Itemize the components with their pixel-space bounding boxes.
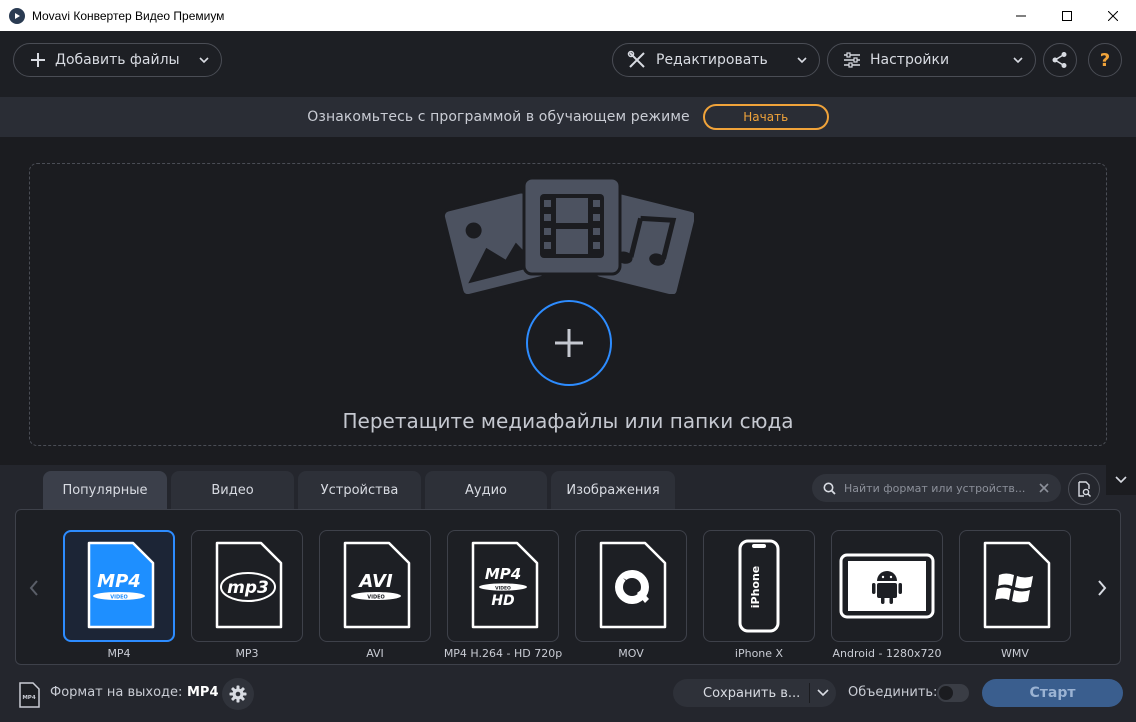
svg-text:HD: HD [491, 593, 514, 609]
merge-label: Объединить: [848, 685, 938, 700]
edit-label: Редактировать [656, 52, 768, 68]
svg-text:VIDEO: VIDEO [495, 585, 511, 591]
help-icon: ? [1099, 49, 1111, 71]
svg-text:iPhone: iPhone [749, 566, 762, 609]
start-tutorial-button[interactable]: Начать [702, 104, 829, 130]
minimize-icon [1016, 15, 1026, 16]
format-card-android[interactable] [831, 530, 943, 642]
svg-text:MP4: MP4 [22, 695, 36, 701]
media-files-icon [444, 176, 694, 294]
minimize-button[interactable] [998, 0, 1044, 31]
svg-text:MP4: MP4 [485, 565, 521, 583]
quicktime-file-icon [599, 541, 667, 629]
add-media-button[interactable] [526, 300, 612, 386]
format-panel: Популярные Видео Устройства Аудио Изобра… [0, 465, 1136, 722]
tutorial-banner: Ознакомьтесь с программой в обучающем ре… [0, 97, 1136, 137]
window-title: Movavi Конвертер Видео Премиум [32, 8, 225, 23]
sliders-icon [844, 52, 860, 68]
drop-zone[interactable]: Перетащите медиафайлы или папки сюда [29, 163, 1107, 446]
maximize-button[interactable] [1044, 0, 1090, 31]
chevron-down-icon [1115, 476, 1127, 484]
tab-video[interactable]: Видео [171, 471, 294, 509]
title-bar: Movavi Конвертер Видео Премиум [0, 0, 1136, 31]
chevron-left-icon [29, 580, 38, 596]
windows-file-icon [983, 541, 1051, 629]
svg-text:mp3: mp3 [227, 578, 269, 598]
mp4-file-icon: MP4 VIDEO [87, 541, 155, 629]
plus-icon [555, 329, 583, 357]
merge-toggle[interactable] [937, 684, 969, 702]
preset-search-button[interactable] [1068, 473, 1100, 505]
tutorial-text: Ознакомьтесь с программой в обучающем ре… [307, 109, 690, 125]
close-icon [1108, 10, 1118, 21]
chevron-right-icon [1098, 580, 1107, 596]
avi-file-icon: AVI VIDEO [343, 541, 411, 629]
add-files-label: Добавить файлы [55, 52, 180, 68]
clear-search-icon[interactable] [1039, 483, 1049, 493]
gear-icon [229, 685, 247, 703]
svg-text:VIDEO: VIDEO [367, 595, 385, 601]
save-to-label: Сохранить в... [703, 685, 801, 701]
mp4-hd-file-icon: MP4 VIDEO HD [471, 541, 539, 629]
svg-text:MP4: MP4 [97, 571, 141, 592]
tab-popular[interactable]: Популярные [43, 471, 167, 509]
add-files-button[interactable]: Добавить файлы [13, 43, 222, 77]
chevron-down-icon [797, 57, 807, 64]
help-button[interactable]: ? [1088, 43, 1122, 77]
output-format-label: Формат на выходе: [50, 685, 183, 700]
format-card-mov[interactable] [575, 530, 687, 642]
scroll-right-button[interactable] [1092, 574, 1112, 602]
tools-icon [627, 50, 645, 68]
chevron-down-icon [1013, 57, 1023, 64]
collapse-panel-button[interactable] [1106, 465, 1136, 495]
scroll-left-button[interactable] [24, 574, 44, 602]
save-to-button[interactable]: Сохранить в... [673, 679, 836, 707]
output-format-value[interactable]: MP4 [187, 685, 219, 700]
tab-images[interactable]: Изображения [551, 471, 675, 509]
mp3-file-icon: mp3 [215, 541, 283, 629]
chevron-down-icon [199, 57, 209, 64]
search-placeholder: Найти формат или устройств... [844, 481, 1026, 495]
edit-button[interactable]: Редактировать [612, 43, 820, 77]
format-card-mp4[interactable]: MP4 VIDEO [63, 530, 175, 642]
settings-label: Настройки [870, 52, 950, 68]
output-settings-button[interactable] [222, 678, 254, 710]
start-button[interactable]: Старт [982, 679, 1123, 707]
format-list: MP4 VIDEO MP4 mp3 MP3 AVI VIDEO AVI MP4 … [15, 509, 1121, 665]
chevron-down-icon[interactable] [817, 687, 829, 699]
tab-audio[interactable]: Аудио [425, 471, 547, 509]
share-icon [1052, 52, 1067, 68]
android-tablet-icon [839, 553, 935, 619]
drop-hint-text: Перетащите медиафайлы или папки сюда [342, 409, 794, 433]
format-card-mp3[interactable]: mp3 [191, 530, 303, 642]
movavi-logo-icon [9, 7, 25, 24]
output-format-icon: MP4 [19, 682, 40, 708]
tab-devices[interactable]: Устройства [298, 471, 421, 509]
format-card-mp4-hd[interactable]: MP4 VIDEO HD [447, 530, 559, 642]
svg-text:VIDEO: VIDEO [110, 595, 128, 601]
settings-button[interactable]: Настройки [827, 43, 1036, 77]
format-card-avi[interactable]: AVI VIDEO [319, 530, 431, 642]
close-button[interactable] [1090, 0, 1136, 31]
file-search-icon [1078, 481, 1091, 497]
toolbar: Добавить файлы Редактировать Настройки ? [0, 31, 1136, 97]
format-label: WMV [1001, 647, 1029, 660]
maximize-icon [1062, 10, 1072, 21]
search-icon [823, 482, 836, 495]
plus-icon [31, 53, 45, 67]
svg-text:AVI: AVI [357, 571, 393, 592]
share-button[interactable] [1043, 43, 1077, 77]
format-search-field[interactable]: Найти формат или устройств... [812, 474, 1061, 502]
format-card-wmv[interactable] [959, 530, 1071, 642]
iphone-icon: iPhone [738, 539, 780, 633]
format-card-iphone-x[interactable]: iPhone [703, 530, 815, 642]
